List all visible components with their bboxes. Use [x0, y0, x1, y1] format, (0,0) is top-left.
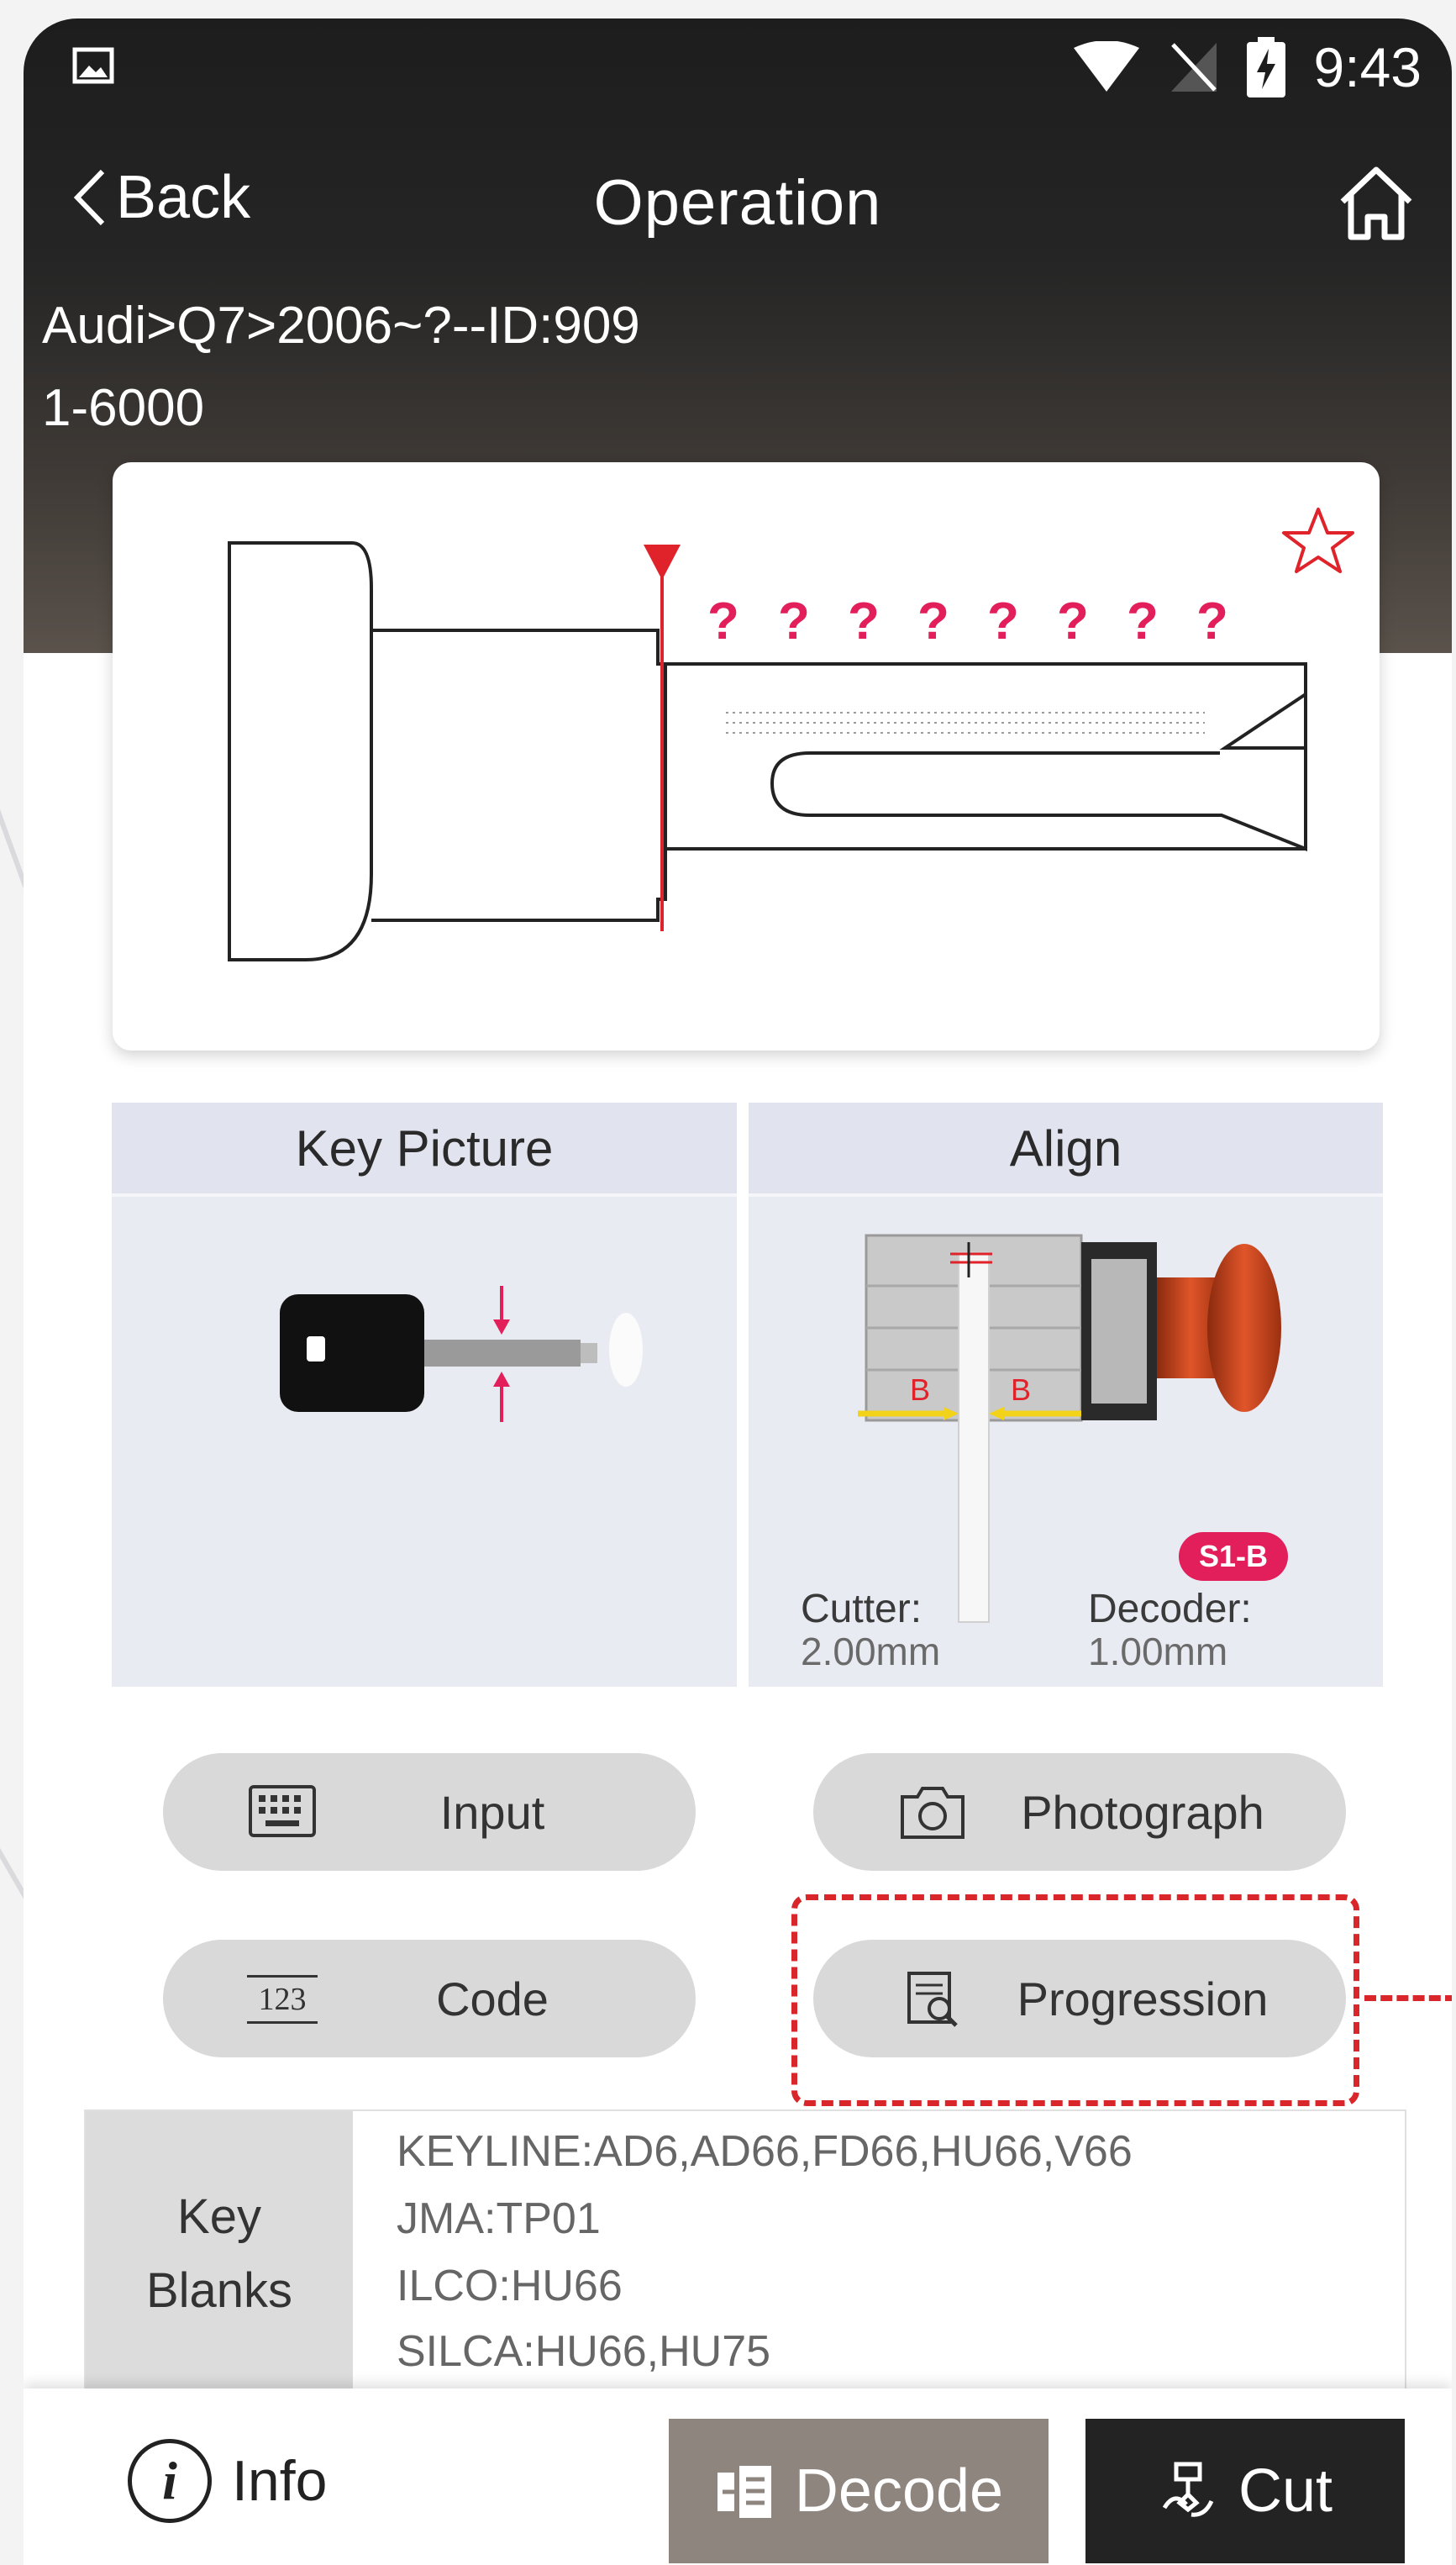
align-badge: S1-B	[1179, 1532, 1288, 1581]
clock: 9:43	[1313, 36, 1422, 98]
key-blanks-header: Key Blanks	[86, 2111, 353, 2397]
key-blanks-header-line2: Blanks	[145, 2263, 293, 2318]
gallery-icon	[72, 47, 114, 84]
info-panels: Key Picture Align B B S1-B Cutter: 2.00m…	[112, 1103, 1383, 1687]
progression-highlight	[791, 1894, 1359, 2106]
bottom-bar: i Info Decode Cut	[24, 2389, 1452, 2565]
photograph-label: Photograph	[1021, 1785, 1264, 1839]
key-diagram-card: ? ? ? ? ? ? ? ?	[113, 462, 1380, 1051]
stop-marker	[644, 545, 681, 580]
code-range: 1-6000	[42, 379, 205, 437]
info-label: Info	[232, 2449, 328, 2513]
cut-depth-3: ?	[848, 593, 880, 650]
app-screen: 9:43 Back Operation Audi>Q7>2006~?--ID:9…	[24, 18, 1452, 2565]
cut-depth-2: ?	[778, 593, 810, 650]
key-blank-ilco: ILCO:HU66	[397, 2262, 623, 2310]
battery-charging-icon	[1246, 37, 1285, 97]
cut-depth-4: ?	[917, 593, 949, 650]
align-mark-left: B	[910, 1372, 930, 1407]
key-blanks-header-line1: Key	[177, 2189, 261, 2244]
cut-depth-7: ?	[1127, 593, 1159, 650]
decoder-value: 1.00mm	[1088, 1630, 1228, 1673]
vehicle-path: Audi>Q7>2006~?--ID:909	[42, 297, 640, 355]
info-icon: i	[128, 2439, 212, 2523]
key-blank-silca: SILCA:HU66,HU75	[397, 2327, 771, 2376]
key-blank-keyline: KEYLINE:AD6,AD66,FD66,HU66,V66	[397, 2127, 1133, 2176]
key-picture-panel: Key Picture	[112, 1103, 737, 1687]
code-label: Code	[436, 1972, 549, 2025]
key-picture-illustration	[280, 1286, 643, 1422]
status-bar: 9:43	[24, 18, 1452, 119]
decode-icon	[717, 2466, 771, 2518]
cut-label: Cut	[1238, 2457, 1333, 2525]
cutter-label: Cutter:	[801, 1587, 922, 1631]
cutter-value: 2.00mm	[801, 1630, 941, 1673]
align-mark-right: B	[1011, 1372, 1031, 1407]
decoder-label: Decoder:	[1088, 1587, 1252, 1631]
align-panel: Align B B S1-B Cutter: 2.00mm Decoder: 1…	[749, 1103, 1383, 1687]
cut-depth-1: ?	[707, 593, 739, 650]
photograph-button[interactable]: Photograph	[813, 1753, 1346, 1871]
align-heading: Align	[749, 1103, 1383, 1197]
wifi-icon	[1073, 41, 1139, 92]
decode-label: Decode	[794, 2457, 1004, 2525]
cut-positions: ? ? ? ? ? ? ? ?	[707, 593, 1228, 650]
status-icons: 9:43	[1072, 34, 1422, 101]
input-button[interactable]: Input	[163, 1753, 696, 1871]
key-diagram: ? ? ? ? ? ? ? ?	[228, 508, 1354, 961]
page-title: Operation	[593, 167, 882, 239]
cut-depth-6: ?	[1057, 593, 1089, 650]
no-signal-icon	[1170, 43, 1217, 92]
info-button[interactable]: i Info	[128, 2439, 327, 2523]
favorite-star-icon[interactable]	[1282, 508, 1354, 573]
cut-depth-5: ?	[987, 593, 1019, 650]
decode-button[interactable]: Decode	[669, 2419, 1049, 2563]
key-blanks-table: Key Blanks KEYLINE:AD6,AD66,FD66,HU66,V66…	[84, 2109, 1406, 2399]
input-label: Input	[439, 1785, 545, 1839]
home-icon[interactable]	[1334, 161, 1418, 245]
cut-depth-8: ?	[1196, 593, 1228, 650]
cut-button[interactable]: Cut	[1085, 2419, 1405, 2563]
key-picture-heading: Key Picture	[112, 1103, 737, 1197]
top-bar: Back Operation	[24, 145, 1452, 254]
key-blank-jma: JMA:TP01	[397, 2194, 601, 2243]
cutter-icon	[1162, 2462, 1214, 2517]
code-button[interactable]: 123 Code	[163, 1940, 696, 2057]
highlight-connector	[1364, 1995, 1452, 2001]
